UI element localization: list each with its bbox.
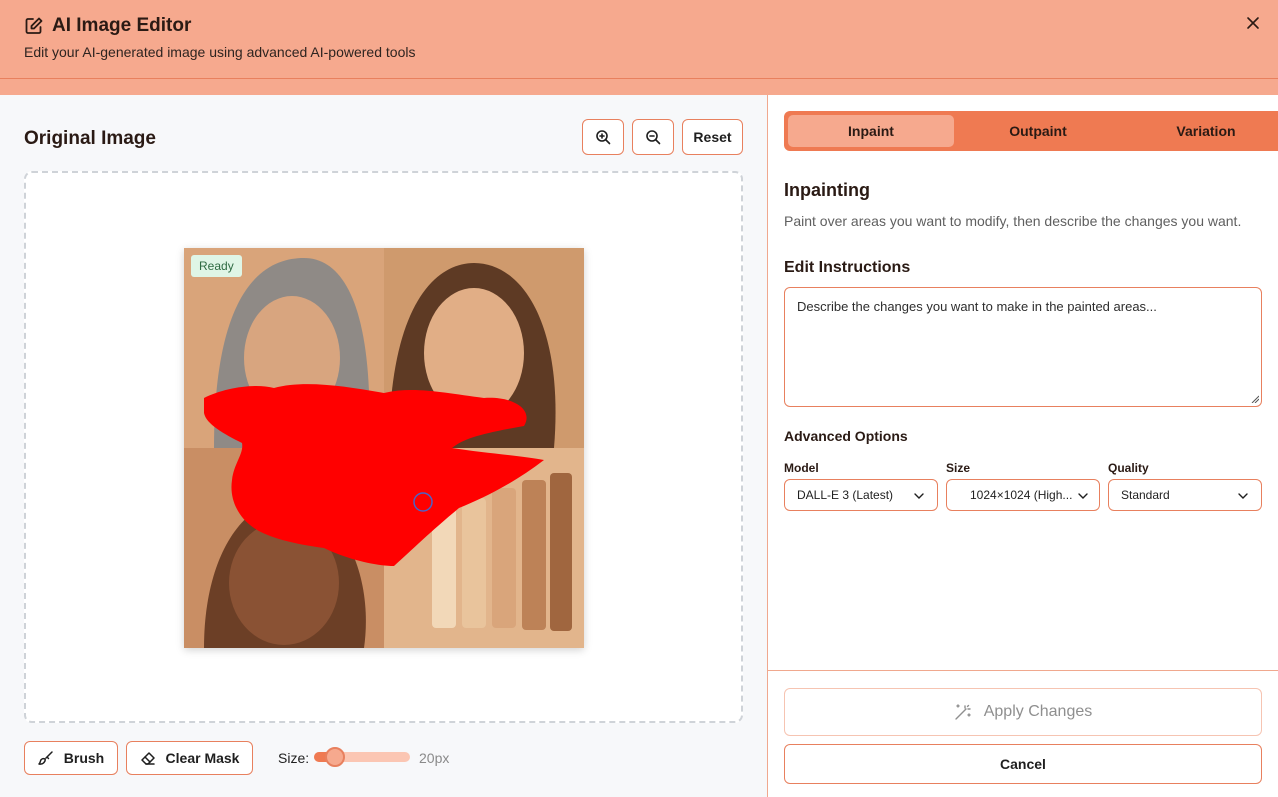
zoom-in-icon: [596, 130, 611, 145]
tab-variation[interactable]: Variation: [1122, 115, 1278, 147]
resize-handle-icon[interactable]: [1251, 395, 1259, 403]
edit-instructions-textarea[interactable]: Describe the changes you want to make in…: [784, 287, 1262, 407]
image-preview: [184, 248, 584, 648]
cancel-button[interactable]: Cancel: [784, 744, 1262, 784]
source-image[interactable]: Ready: [184, 248, 584, 648]
brush-size-slider[interactable]: [314, 747, 410, 767]
section-title: Inpainting: [784, 180, 870, 200]
size-value: 1024×1024 (High...: [970, 488, 1073, 502]
header-divider: [0, 78, 1278, 79]
zoom-out-icon: [646, 130, 661, 145]
edit-icon: [25, 17, 43, 34]
dialog-title: AI Image Editor: [52, 15, 192, 36]
clear-mask-label: Clear Mask: [165, 750, 240, 766]
zoom-out-button[interactable]: [632, 119, 674, 155]
quality-label: Quality: [1108, 461, 1149, 475]
edit-options-pane: Inpaint Outpaint Variation Inpainting Pa…: [768, 95, 1278, 797]
chevron-down-icon: [1078, 493, 1088, 499]
magic-wand-icon: [955, 704, 971, 720]
dialog-header: AI Image Editor Edit your AI-generated i…: [0, 0, 1278, 95]
apply-changes-label: Apply Changes: [983, 703, 1093, 720]
brush-label: Brush: [63, 750, 105, 766]
eraser-icon: [140, 752, 155, 765]
mode-tabs: Inpaint Outpaint Variation: [784, 111, 1278, 151]
clear-mask-button[interactable]: Clear Mask: [126, 741, 253, 775]
model-value: DALL-E 3 (Latest): [797, 488, 894, 502]
tab-outpaint[interactable]: Outpaint: [954, 115, 1122, 147]
quality-value: Standard: [1121, 488, 1170, 502]
chevron-down-icon: [914, 493, 924, 499]
chevron-down-icon: [1238, 493, 1248, 499]
brush-size-value: 20px: [419, 750, 450, 766]
original-image-title: Original Image: [24, 128, 156, 149]
brush-button[interactable]: Brush: [24, 741, 118, 775]
footer-divider: [768, 670, 1278, 671]
quality-select[interactable]: Standard: [1108, 479, 1262, 511]
model-select[interactable]: DALL-E 3 (Latest): [784, 479, 938, 511]
size-label: Size: [946, 461, 971, 475]
zoom-in-button[interactable]: [582, 119, 624, 155]
slider-thumb[interactable]: [325, 747, 346, 767]
title-row: AI Image Editor: [24, 15, 191, 37]
edit-instructions-label: Edit Instructions: [784, 259, 911, 276]
model-label: Model: [784, 461, 819, 475]
brush-size-label: Size:: [278, 750, 310, 766]
apply-changes-button[interactable]: Apply Changes: [784, 688, 1262, 736]
mask-canvas-area[interactable]: Ready: [24, 171, 743, 723]
size-select[interactable]: 1024×1024 (High...: [946, 479, 1100, 511]
tab-inpaint[interactable]: Inpaint: [788, 115, 954, 147]
section-description: Paint over areas you want to modify, the…: [784, 213, 1242, 229]
status-badge: Ready: [191, 255, 242, 277]
reset-button[interactable]: Reset: [682, 119, 743, 155]
brush-icon: [38, 751, 53, 765]
image-editor-pane: Original Image Reset Ready Brush Clear M…: [0, 95, 767, 797]
dialog-subtitle: Edit your AI-generated image using advan…: [24, 44, 416, 60]
advanced-options-label: Advanced Options: [784, 428, 908, 444]
close-icon[interactable]: [1244, 14, 1262, 32]
